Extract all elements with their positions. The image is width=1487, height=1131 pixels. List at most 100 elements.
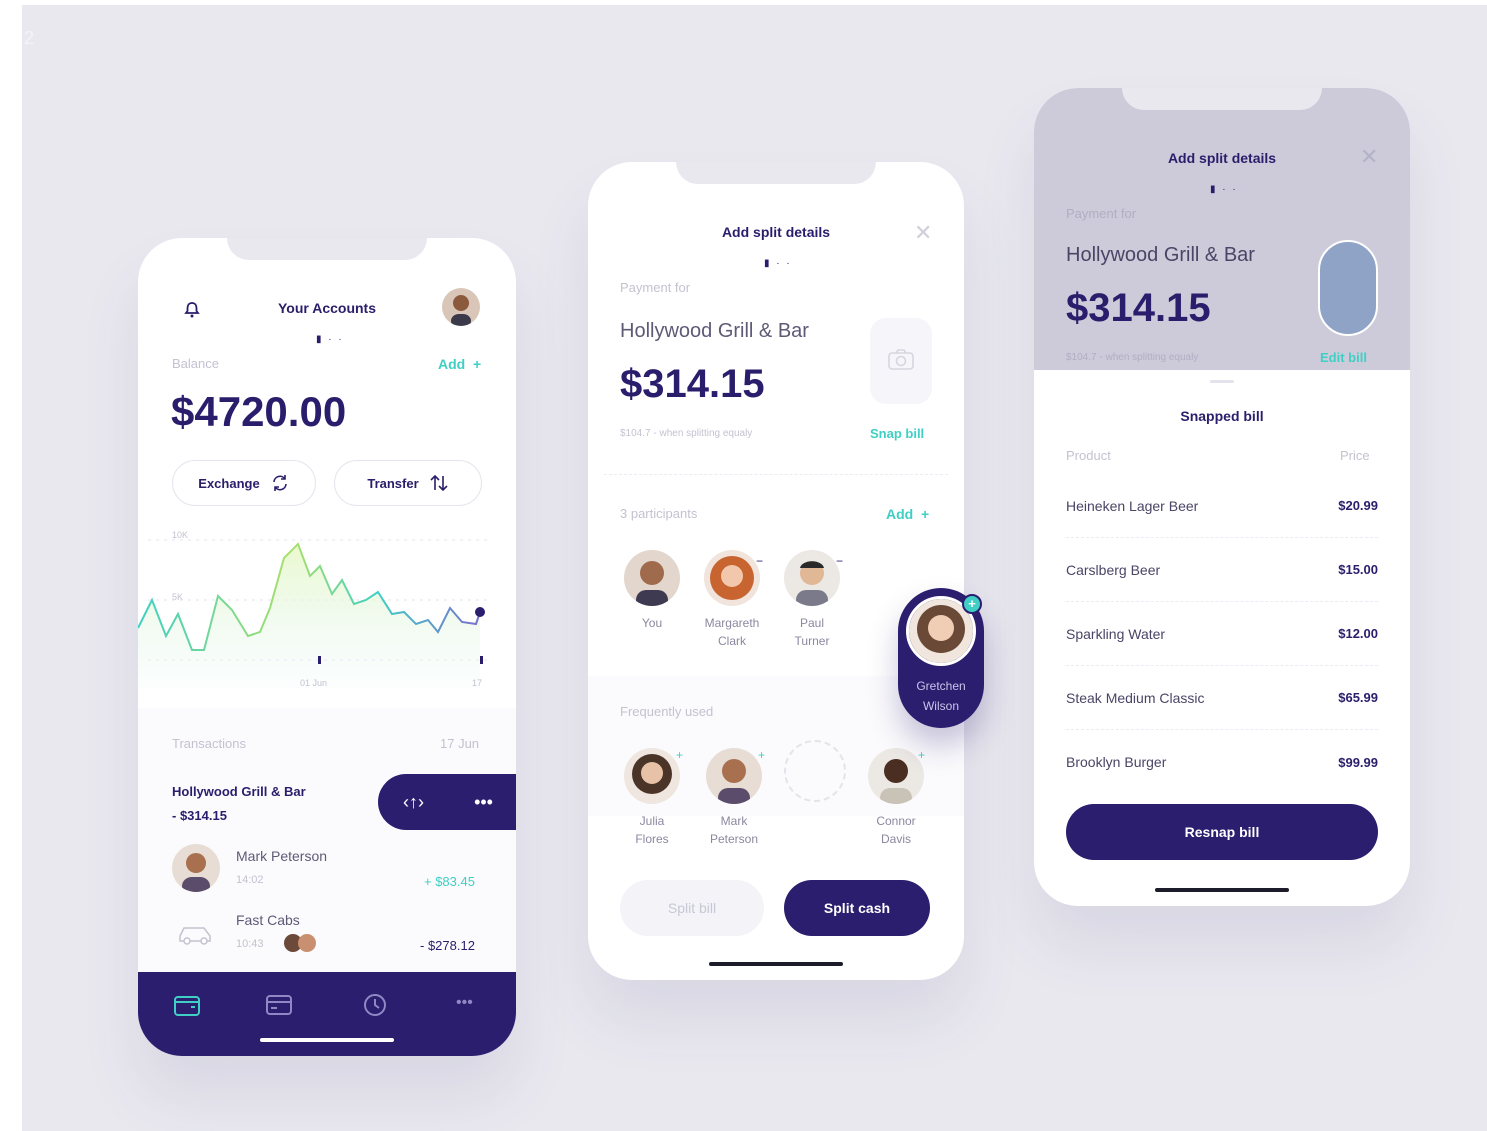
- accounts-screen: Your Accounts ▮ · · Balance Add + $4720.…: [138, 238, 516, 1056]
- history-icon[interactable]: [362, 992, 388, 1023]
- remove-participant-icon[interactable]: −: [836, 554, 843, 568]
- add-contact-icon[interactable]: +: [676, 748, 683, 762]
- sheet-handle[interactable]: [1210, 380, 1234, 383]
- contact[interactable]: Julia Flores: [612, 748, 692, 848]
- product-name: Heineken Lager Beer: [1066, 497, 1199, 514]
- payment-amount: $314.15: [620, 362, 765, 406]
- page-indicator: ▮ · ·: [764, 258, 792, 269]
- table-row[interactable]: Brooklyn Burger $99.99: [1066, 730, 1378, 794]
- balance-label: Balance: [172, 356, 219, 371]
- contact-name-last: Peterson: [709, 832, 759, 846]
- page-indicator: ▮ · ·: [316, 334, 344, 345]
- exchange-button[interactable]: Exchange: [172, 460, 316, 506]
- table-row[interactable]: Steak Medium Classic $65.99: [1066, 666, 1378, 730]
- home-indicator: [260, 1038, 394, 1042]
- add-label: Add: [438, 356, 466, 372]
- transfer-icon: [430, 474, 448, 492]
- participant-name-first: Margareth: [704, 616, 760, 630]
- add-label: Add: [886, 506, 914, 522]
- camera-icon: [888, 349, 914, 370]
- balance-amount: $4720.00: [171, 388, 347, 435]
- participant[interactable]: You: [612, 550, 692, 632]
- contact-name-last: Flores: [635, 832, 669, 846]
- avatar: [172, 844, 220, 892]
- home-indicator: [1155, 888, 1289, 892]
- product-column-header: Product: [1066, 448, 1111, 463]
- split-icon[interactable]: ‹↑›: [403, 792, 424, 813]
- exchange-label: Exchange: [198, 475, 260, 491]
- empty-slot: [784, 740, 846, 802]
- add-participant-button[interactable]: Add +: [886, 506, 929, 522]
- avatar: [868, 748, 924, 804]
- page-indicator: ▮ · ·: [1210, 184, 1238, 195]
- split-note: $104.7 - when splitting equaly: [620, 428, 753, 439]
- avatar: [298, 934, 316, 952]
- snap-bill-link[interactable]: Snap bill: [870, 426, 924, 441]
- avatar[interactable]: [442, 288, 480, 326]
- divider: [604, 474, 948, 475]
- transaction-title: Fast Cabs: [236, 912, 300, 928]
- split-bill-button[interactable]: Split bill: [620, 880, 764, 936]
- split-note: $104.7 - when splitting equaly: [1066, 352, 1199, 363]
- bill-thumbnail[interactable]: [1318, 240, 1378, 336]
- resnap-bill-button[interactable]: Resnap bill: [1066, 804, 1378, 860]
- snapped-bill-screen: Add split details ✕ ▮ · · Payment for Ho…: [1034, 88, 1410, 906]
- transactions-label: Transactions: [172, 736, 246, 751]
- payment-for-label: Payment for: [620, 280, 691, 295]
- add-icon[interactable]: +: [962, 594, 982, 614]
- split-cash-button[interactable]: Split cash: [784, 880, 930, 936]
- transaction-time: 10:43: [236, 938, 264, 950]
- payment-for-label: Payment for: [1066, 206, 1137, 221]
- slide-number: 2: [24, 28, 35, 48]
- merchant-name: Hollywood Grill & Bar: [1066, 244, 1255, 266]
- payment-amount: $314.15: [1066, 286, 1211, 330]
- snap-bill-button[interactable]: [870, 318, 932, 404]
- transaction-actions[interactable]: ‹↑› •••: [378, 774, 516, 830]
- avatar: [706, 748, 762, 804]
- transfer-label: Transfer: [367, 475, 419, 491]
- participant-name-first: Paul: [799, 616, 825, 630]
- avatar: [784, 550, 840, 606]
- snapped-bill-sheet: Snapped bill Product Price Heineken Lage…: [1034, 370, 1410, 906]
- bottom-nav: •••: [138, 972, 516, 1056]
- product-name: Steak Medium Classic: [1066, 689, 1205, 706]
- add-account-button[interactable]: Add +: [438, 356, 481, 372]
- table-row[interactable]: Carslberg Beer $15.00: [1066, 538, 1378, 602]
- chart-x-label-start: 01 Jun: [300, 678, 328, 688]
- dragged-participant[interactable]: + Gretchen Wilson: [898, 588, 984, 728]
- frequently-used-label: Frequently used: [620, 704, 714, 719]
- contact-name-first: Julia: [639, 814, 665, 828]
- wallet-icon[interactable]: [174, 994, 200, 1021]
- more-icon[interactable]: •••: [456, 994, 473, 1012]
- merchant-name: Hollywood Grill & Bar: [620, 320, 809, 342]
- more-icon[interactable]: •••: [474, 792, 493, 813]
- close-icon[interactable]: ✕: [914, 220, 932, 246]
- transactions-date: 17 Jun: [440, 736, 480, 751]
- avatar: [624, 748, 680, 804]
- transaction-amount: - $314.15: [172, 808, 227, 823]
- add-contact-icon[interactable]: +: [758, 748, 765, 762]
- add-contact-icon[interactable]: +: [918, 748, 925, 762]
- participants-label: 3 participants: [620, 506, 698, 521]
- contact[interactable]: Connor Davis: [856, 748, 936, 848]
- participant-name-first: Gretchen: [916, 679, 966, 693]
- transaction-title: Mark Peterson: [236, 848, 328, 864]
- avatar: [704, 550, 760, 606]
- participant-name-last: Wilson: [922, 699, 959, 713]
- transaction-title: Hollywood Grill & Bar: [172, 784, 306, 799]
- product-price: $99.99: [1338, 754, 1378, 770]
- balance-chart: [138, 539, 488, 688]
- contact-name-first: Mark: [720, 814, 748, 828]
- edit-bill-link[interactable]: Edit bill: [1320, 350, 1367, 365]
- product-name: Brooklyn Burger: [1066, 754, 1167, 770]
- remove-participant-icon[interactable]: −: [756, 554, 763, 568]
- table-row[interactable]: Heineken Lager Beer $20.99: [1066, 474, 1378, 538]
- transaction-amount: + $83.45: [424, 874, 475, 889]
- close-icon[interactable]: ✕: [1360, 144, 1378, 170]
- table-row[interactable]: Sparkling Water $12.00: [1066, 602, 1378, 666]
- product-name: Carslberg Beer: [1066, 561, 1161, 578]
- transfer-button[interactable]: Transfer: [334, 460, 482, 506]
- contact[interactable]: Mark Peterson: [694, 748, 774, 848]
- product-name: Sparkling Water: [1066, 625, 1166, 642]
- card-icon[interactable]: [266, 994, 292, 1021]
